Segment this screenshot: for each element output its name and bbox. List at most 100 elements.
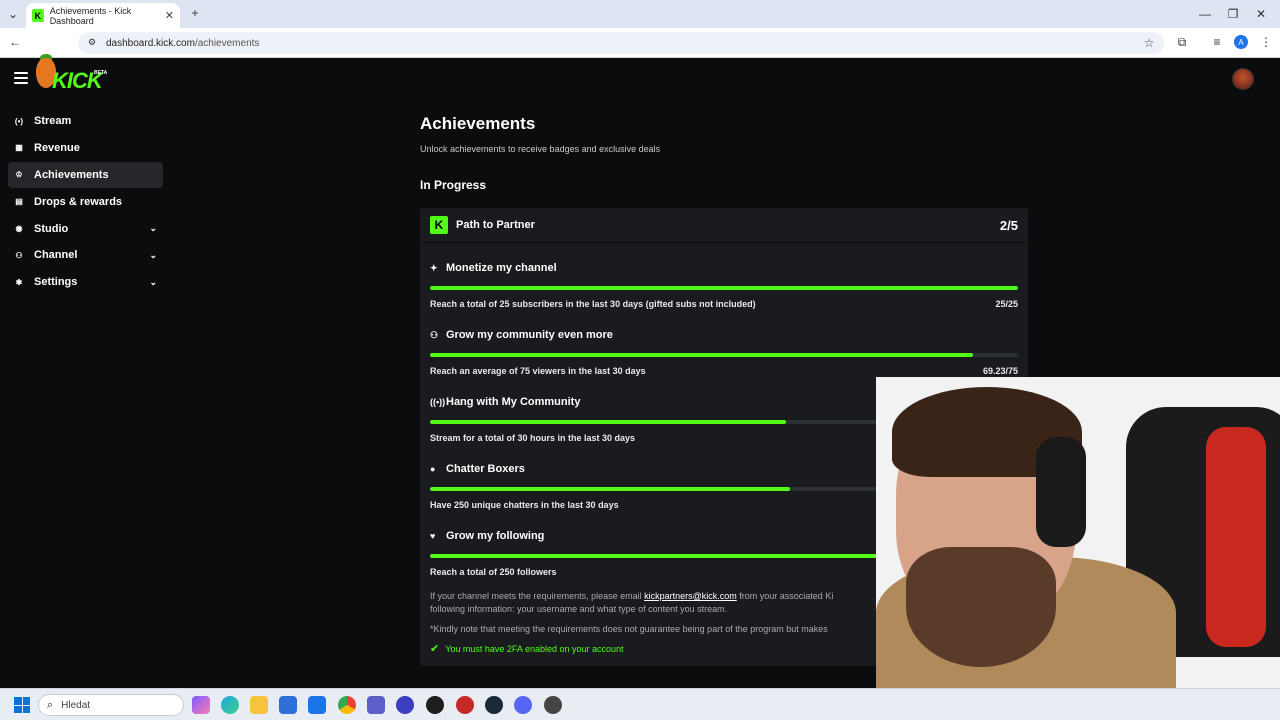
app-icon[interactable] [396,696,414,714]
browser-tab[interactable]: K Achievements - Kick Dashboard ✕ [26,3,180,28]
back-arrow-icon[interactable]: ← [8,35,22,49]
mail-icon[interactable] [308,696,326,714]
wordpress-icon[interactable] [426,696,444,714]
browser-profile-avatar[interactable]: A [1234,35,1248,49]
progress-bar [430,286,1018,290]
card-title: Path to Partner [456,219,535,231]
progress-fill [430,554,895,558]
progress-fill [430,286,1018,290]
close-window-button[interactable]: ✕ [1254,7,1268,21]
media-app-icon[interactable] [456,696,474,714]
bookmark-star-icon[interactable]: ☆ [1142,36,1156,50]
file-explorer-icon[interactable] [250,696,268,714]
chevron-down-icon[interactable]: ⌄ [149,223,157,234]
achievement-title: Grow my community even more [446,329,613,341]
sidebar-item-label: Drops & rewards [34,195,123,208]
sidebar-item-studio[interactable]: ◉ Studio ⌄ [8,216,163,242]
partner-email-link[interactable]: kickpartners@kick.com [644,591,737,601]
search-placeholder: Hledat [61,699,91,711]
chrome-icon[interactable] [338,696,356,714]
search-icon: ⌕ [47,698,54,711]
progress-bar [430,353,1018,357]
sidebar-item-drops-rewards[interactable]: ▤ Drops & rewards [8,189,163,215]
chevron-down-icon[interactable]: ⌄ [149,277,157,288]
sidebar-item-label: Studio [34,222,69,235]
heart-icon: ♥ [430,531,436,541]
achievement-title: Monetize my channel [446,262,557,274]
tab-list-icon[interactable]: ⌄ [6,7,20,21]
sidebar-item-label: Channel [34,249,78,262]
card-progress-count: 2/5 [999,217,1018,233]
menu-dots-icon[interactable]: ⋮ [1259,35,1273,49]
new-tab-button[interactable]: + [188,6,202,20]
achievement-value: 25/25 [995,299,1018,309]
achievement-item: ✦ Monetize my channel Reach a total of 25… [420,243,1028,310]
achievement-description: Reach a total of 250 followers [430,567,557,577]
taskbar-search[interactable]: ⌕ Hledat [38,694,184,716]
achievement-value: 69.23/75 [982,366,1018,376]
steam-icon[interactable] [485,696,503,714]
streamer-beard [906,547,1056,667]
windows-taskbar: ⌕ Hledat [0,688,1280,720]
copilot-icon[interactable] [192,696,210,714]
app-icon-2[interactable] [544,696,562,714]
gaming-chair-accent [1206,427,1266,647]
browser-toolbar: ← ⚙ dashboard.kick.com/achievements ☆ ⧉ … [0,28,1280,58]
close-tab-icon[interactable]: ✕ [165,9,174,22]
channel-icon: ⚇ [15,250,23,260]
broadcast-icon: (•) [14,116,24,126]
note-text: If your channel meets the requirements, … [430,591,645,601]
chat-icon: ● [430,464,436,474]
sidebar-item-label: Settings [34,276,78,289]
restore-button[interactable]: ❐ [1226,7,1240,21]
progress-fill [430,353,973,357]
media-icon[interactable]: ≡ [1210,35,1224,49]
achievement-description: Reach an average of 75 viewers in the la… [430,366,646,376]
progress-fill [430,487,791,491]
sidebar-item-label: Stream [34,115,72,127]
teams-icon[interactable] [367,696,385,714]
kick-logo[interactable]: KICK BETA [34,54,107,93]
tfa-text: You must have 2FA enabled on your accoun… [445,644,624,654]
note-text: from your associated Ki [736,591,834,601]
chevron-down-icon[interactable]: ⌄ [149,250,157,261]
achievement-title: Hang with My Community [446,396,581,408]
sidebar-item-settings[interactable]: ✱ Settings ⌄ [8,269,163,295]
progress-fill [430,420,786,424]
achievement-title: Grow my following [446,530,545,542]
studio-icon: ◉ [15,224,23,234]
minimize-button[interactable]: — [1198,7,1212,21]
site-info-icon[interactable]: ⚙ [86,36,98,48]
sidebar-item-channel[interactable]: ⚇ Channel ⌄ [8,242,163,268]
windows-start-icon[interactable] [14,697,30,713]
discord-icon[interactable] [514,696,532,714]
achievement-description: Stream for a total of 30 hours in the la… [430,433,636,443]
browser-tab-bar: ⌄ K Achievements - Kick Dashboard ✕ + — … [0,0,1280,28]
trophy-icon: ♔ [15,170,23,180]
sidebar-item-label: Revenue [34,141,80,154]
sidebar-item-stream[interactable]: (•) Stream [8,108,163,134]
achievement-description: Reach a total of 25 subscribers in the l… [430,299,756,309]
achievement-item: ⚇ Grow my community even more Reach an av… [420,310,1028,377]
broadcast-icon: ((•)) [430,397,446,407]
page-title: Achievements [420,114,536,133]
sidebar-item-revenue[interactable]: ▦ Revenue [8,135,163,161]
sidebar-item-achievements[interactable]: ♔ Achievements [8,161,163,188]
check-icon: ✔ [430,643,440,655]
community-icon: ⚇ [430,329,439,340]
tab-title: Achievements - Kick Dashboard [49,5,132,26]
edge-icon[interactable] [221,696,239,714]
hamburger-menu-icon[interactable] [14,72,28,84]
store-icon[interactable] [279,696,297,714]
gear-icon: ✱ [15,277,23,287]
chart-icon: ▦ [15,143,23,153]
webcam-overlay [876,377,1280,688]
achievement-description: Have 250 unique chatters in the last 30 … [430,500,619,510]
headset [1036,437,1086,547]
url-path: /achievements [194,37,260,49]
extensions-icon[interactable]: ⧉ [1175,35,1189,49]
address-bar[interactable]: ⚙ dashboard.kick.com/achievements ☆ [78,32,1164,54]
user-avatar[interactable] [1232,68,1254,90]
kick-favicon-icon: K [32,9,44,22]
card-header: K Path to Partner 2/5 [420,208,1028,243]
